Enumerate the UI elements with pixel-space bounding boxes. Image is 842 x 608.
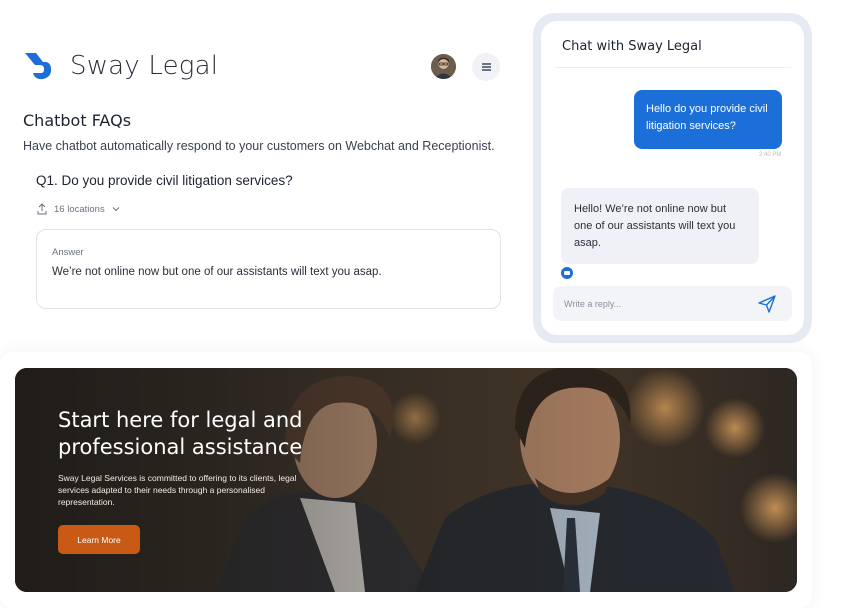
user-avatar[interactable] (431, 54, 456, 79)
hero-banner: Start here for legal and professional as… (15, 368, 797, 592)
brand-logo[interactable]: Sway Legal (22, 49, 218, 83)
answer-label: Answer (52, 247, 84, 258)
chat-title: Chat with Sway Legal (562, 39, 702, 54)
reply-bar (553, 286, 792, 321)
reply-input[interactable] (564, 286, 744, 321)
outgoing-message: Hello do you provide civil litigation se… (634, 90, 782, 149)
brand-name: Sway Legal (70, 51, 219, 81)
upload-icon (37, 203, 47, 215)
send-icon[interactable] (756, 293, 778, 315)
learn-more-button[interactable]: Learn More (58, 525, 140, 554)
message-timestamp: 2:40 PM (759, 152, 782, 158)
answer-box[interactable]: Answer We’re not online now but one of o… (36, 229, 501, 309)
locations-dropdown[interactable]: 16 locations (36, 203, 121, 215)
faq-question[interactable]: Q1. Do you provide civil litigation serv… (36, 173, 293, 188)
bot-badge-icon (561, 267, 573, 279)
faq-subtitle: Have chatbot automatically respond to yo… (23, 139, 495, 153)
locations-label: 16 locations (54, 203, 105, 215)
incoming-message: Hello! We’re not online now but one of o… (561, 188, 759, 264)
hero-title: Start here for legal and professional as… (58, 408, 303, 459)
hamburger-menu-icon[interactable] (472, 53, 500, 81)
chat-widget: Chat with Sway Legal Hello do you provid… (541, 21, 804, 335)
chevron-down-icon (112, 207, 120, 212)
answer-text[interactable]: We’re not online now but one of our assi… (52, 266, 382, 278)
sway-logo-icon (25, 53, 52, 80)
avatar-image (431, 54, 456, 79)
faq-title: Chatbot FAQs (23, 111, 132, 130)
hero-description: Sway Legal Services is committed to offe… (58, 473, 297, 507)
chat-divider (555, 67, 791, 68)
